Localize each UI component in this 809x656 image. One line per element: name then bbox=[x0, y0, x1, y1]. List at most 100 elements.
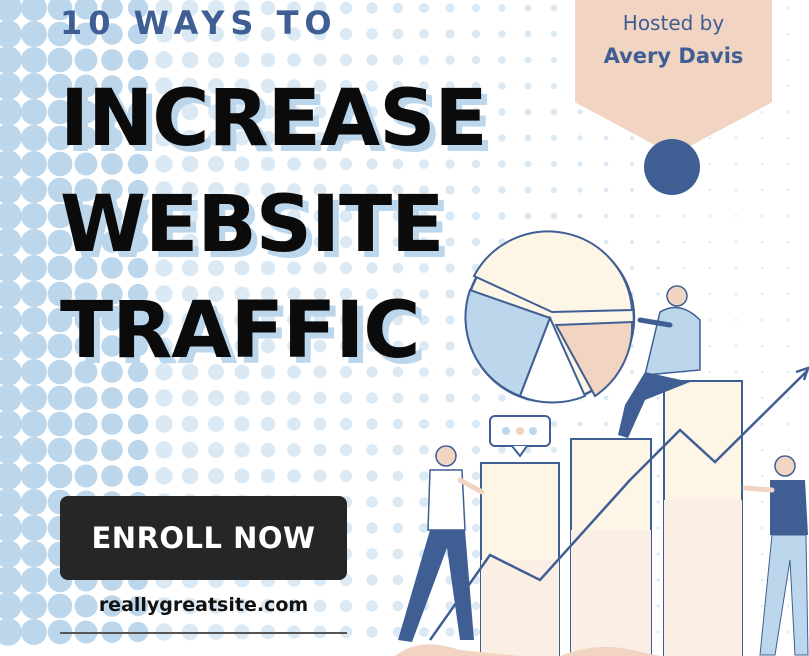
bg-dot bbox=[0, 436, 22, 464]
bg-dot bbox=[0, 176, 22, 204]
bg-dot bbox=[0, 280, 22, 308]
bg-dot bbox=[786, 32, 790, 36]
bg-dot bbox=[339, 469, 353, 483]
bg-dot bbox=[445, 3, 455, 13]
bg-dot bbox=[21, 47, 47, 73]
enroll-now-button[interactable]: ENROLL NOW bbox=[60, 496, 347, 580]
bg-dot bbox=[0, 306, 22, 334]
bg-dot bbox=[313, 443, 327, 457]
bg-dot bbox=[498, 4, 506, 12]
bg-dot bbox=[524, 82, 532, 90]
bg-dot bbox=[339, 27, 353, 41]
bg-dot bbox=[47, 437, 73, 463]
bg-dot bbox=[0, 462, 22, 490]
bg-dot bbox=[74, 412, 98, 436]
bg-dot bbox=[786, 6, 790, 10]
bg-dot bbox=[181, 467, 199, 485]
bg-dot bbox=[21, 411, 47, 437]
bg-dot bbox=[21, 73, 47, 99]
bg-dot bbox=[287, 53, 301, 67]
bg-dot bbox=[419, 29, 429, 39]
bg-dot bbox=[524, 56, 532, 64]
bg-dot bbox=[47, 411, 73, 437]
bg-dot bbox=[181, 415, 199, 433]
bg-dot bbox=[392, 28, 404, 40]
bg-dot bbox=[101, 387, 123, 409]
bg-dot bbox=[21, 385, 47, 411]
bg-dot bbox=[181, 441, 199, 459]
bg-dot bbox=[313, 53, 327, 67]
bg-dot bbox=[181, 389, 199, 407]
bg-dot bbox=[0, 566, 22, 594]
bg-dot bbox=[127, 465, 149, 487]
bg-dot bbox=[21, 333, 47, 359]
bg-dot bbox=[287, 391, 301, 405]
bg-dot bbox=[0, 46, 22, 74]
bg-dot bbox=[21, 489, 47, 515]
bg-dot bbox=[260, 416, 276, 432]
pie-chart-icon bbox=[464, 230, 636, 404]
bg-dot bbox=[260, 390, 276, 406]
bg-dot bbox=[21, 125, 47, 151]
bg-dot bbox=[471, 3, 481, 13]
bg-dot bbox=[155, 467, 173, 485]
bg-dot bbox=[313, 417, 327, 431]
bg-dot bbox=[127, 413, 149, 435]
bg-dot bbox=[339, 53, 353, 67]
bg-dot bbox=[524, 4, 532, 12]
bg-dot bbox=[313, 469, 327, 483]
bg-dot bbox=[21, 203, 47, 229]
bg-dot bbox=[445, 29, 455, 39]
bg-dot bbox=[155, 389, 173, 407]
bg-dot bbox=[550, 82, 558, 90]
bg-dot bbox=[366, 28, 378, 40]
host-label: Hosted by bbox=[622, 11, 725, 35]
bg-dot bbox=[550, 30, 558, 38]
bg-dot bbox=[155, 441, 173, 459]
bg-dot bbox=[234, 442, 250, 458]
bg-dot bbox=[0, 540, 22, 568]
bg-dot bbox=[471, 29, 481, 39]
bg-dot bbox=[786, 110, 790, 114]
bg-dot bbox=[21, 463, 47, 489]
banner-circle bbox=[644, 139, 700, 195]
bg-dot bbox=[0, 488, 22, 516]
bg-dot bbox=[0, 410, 22, 438]
bg-dot bbox=[287, 443, 301, 457]
bg-dot bbox=[101, 413, 123, 435]
bg-dot bbox=[0, 514, 22, 542]
bg-dot bbox=[21, 177, 47, 203]
bg-dot bbox=[234, 416, 250, 432]
bg-dot bbox=[155, 415, 173, 433]
bg-dot bbox=[498, 56, 506, 64]
bg-dot bbox=[339, 417, 353, 431]
bg-dot bbox=[208, 468, 224, 484]
host-name: Avery Davis bbox=[603, 44, 744, 68]
bg-dot bbox=[74, 386, 98, 410]
bg-dot bbox=[0, 618, 22, 646]
bg-dot bbox=[0, 332, 22, 360]
bg-dot bbox=[208, 416, 224, 432]
bg-dot bbox=[74, 438, 98, 462]
website-underline bbox=[60, 632, 347, 634]
bg-dot bbox=[234, 468, 250, 484]
bg-dot bbox=[0, 98, 22, 126]
bg-dot bbox=[260, 442, 276, 458]
bg-dot bbox=[419, 3, 429, 13]
person-icon bbox=[398, 445, 485, 642]
bg-dot bbox=[21, 593, 47, 619]
bg-dot bbox=[498, 108, 506, 116]
bg-dot bbox=[313, 391, 327, 405]
bg-dot bbox=[127, 439, 149, 461]
website-link[interactable]: reallygreatsite.com bbox=[60, 594, 347, 616]
bg-dot bbox=[21, 0, 47, 21]
bg-dot bbox=[392, 54, 404, 66]
person-icon bbox=[742, 455, 809, 656]
bg-dot bbox=[21, 151, 47, 177]
bg-dot bbox=[0, 254, 22, 282]
bg-dot bbox=[47, 463, 73, 489]
bg-dot bbox=[339, 1, 353, 15]
bg-dot bbox=[339, 443, 353, 457]
bg-dot bbox=[234, 390, 250, 406]
bg-dot bbox=[786, 58, 790, 62]
